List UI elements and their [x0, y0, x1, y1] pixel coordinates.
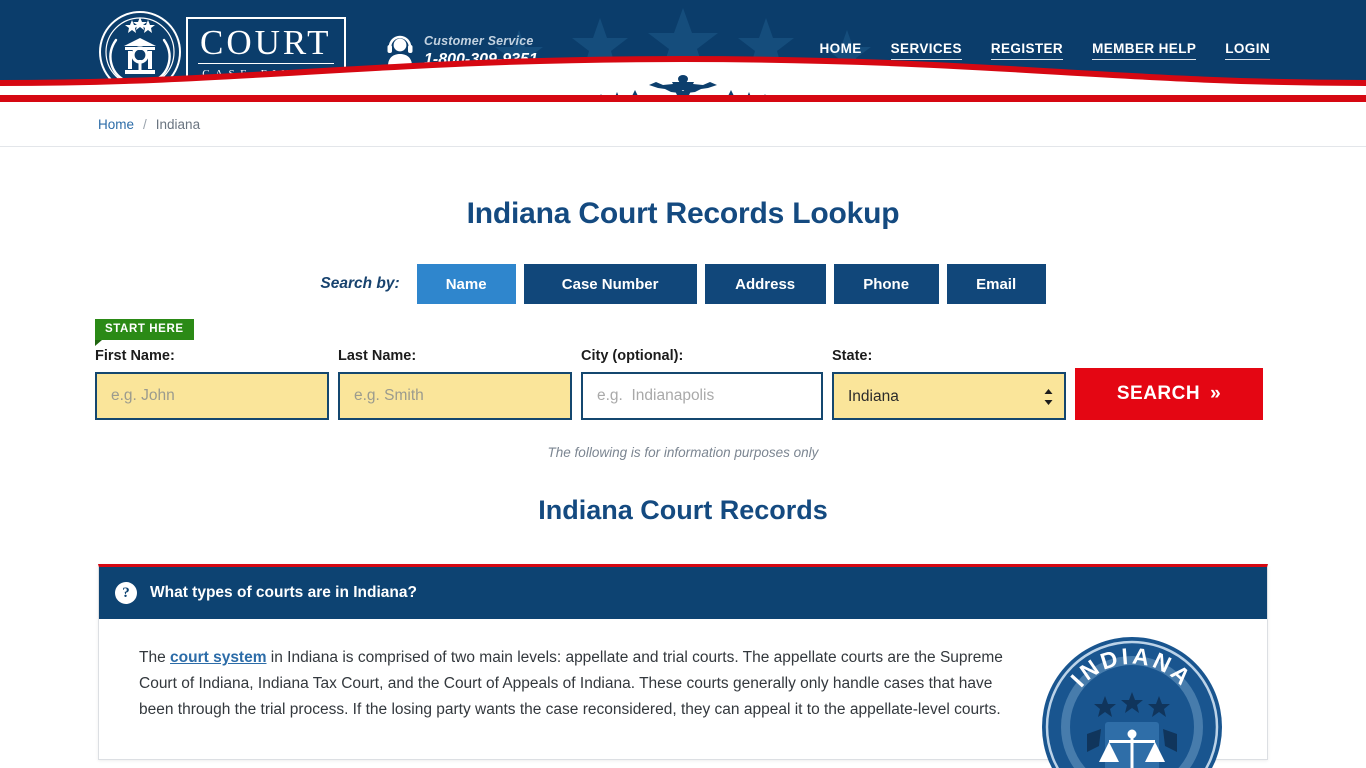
first-name-label: First Name:	[95, 348, 175, 364]
question-mark-icon: ?	[115, 582, 137, 604]
faq-answer-pre: The	[139, 649, 171, 666]
search-button[interactable]: SEARCH »	[1075, 368, 1263, 420]
last-name-label: Last Name:	[338, 348, 417, 364]
state-select[interactable]: Indiana	[832, 372, 1066, 420]
city-input[interactable]	[581, 372, 823, 420]
start-here-badge: START HERE	[95, 319, 194, 346]
breadcrumb-separator: /	[143, 116, 147, 132]
tab-case-number[interactable]: Case Number	[523, 264, 697, 304]
tab-address[interactable]: Address	[704, 264, 826, 304]
site-header: COURT CASE FINDER Customer Service 1-800…	[0, 0, 1366, 102]
faq-answer-paragraph: The court system in Indiana is comprised…	[139, 645, 1009, 723]
breadcrumb-item-indiana: Indiana	[155, 116, 201, 132]
tab-email[interactable]: Email	[946, 264, 1046, 304]
indiana-court-seal-icon: INDIANA	[1042, 637, 1222, 768]
first-name-input[interactable]	[95, 372, 329, 420]
court-system-link[interactable]: court system	[170, 649, 266, 666]
city-field-group: City (optional):	[581, 348, 823, 420]
search-by-label: Search by:	[320, 275, 400, 292]
faq-header[interactable]: ? What types of courts are in Indiana?	[99, 567, 1267, 619]
breadcrumb-bar: Home / Indiana	[0, 102, 1366, 147]
tab-phone[interactable]: Phone	[833, 264, 939, 304]
header-red-stripe	[0, 95, 1366, 102]
last-name-field-group: Last Name:	[338, 348, 572, 420]
city-label: City (optional):	[581, 348, 684, 364]
faq-answer-post: in Indiana is comprised of two main leve…	[139, 649, 1003, 718]
state-field-group: State: Indiana	[832, 348, 1066, 420]
last-name-input[interactable]	[338, 372, 572, 420]
double-chevron-right-icon: »	[1210, 383, 1222, 404]
state-label: State:	[832, 348, 873, 364]
faq-panel: ? What types of courts are in Indiana? T…	[98, 564, 1268, 768]
breadcrumb: Home / Indiana	[98, 117, 200, 132]
faq-body: The court system in Indiana is comprised…	[99, 619, 1267, 768]
first-name-field-group: First Name:	[95, 348, 329, 420]
search-type-tabs: Search by: Name Case Number Address Phon…	[0, 264, 1366, 304]
main-content: Indiana Court Records Lookup Search by: …	[0, 197, 1366, 768]
tab-name[interactable]: Name	[416, 264, 516, 304]
page-title: Indiana Court Records Lookup	[466, 197, 900, 230]
section-title: Indiana Court Records	[538, 495, 828, 525]
customer-service-label: Customer Service	[424, 34, 534, 48]
disclaimer-text: The following is for information purpose…	[547, 445, 819, 460]
search-form: START HERE First Name: Last Name: City (…	[95, 315, 1271, 425]
search-form-fields: First Name: Last Name: City (optional): …	[95, 348, 1263, 420]
breadcrumb-item-home[interactable]: Home	[98, 117, 134, 132]
faq-question: What types of courts are in Indiana?	[150, 584, 417, 601]
search-button-label: SEARCH	[1116, 383, 1201, 404]
